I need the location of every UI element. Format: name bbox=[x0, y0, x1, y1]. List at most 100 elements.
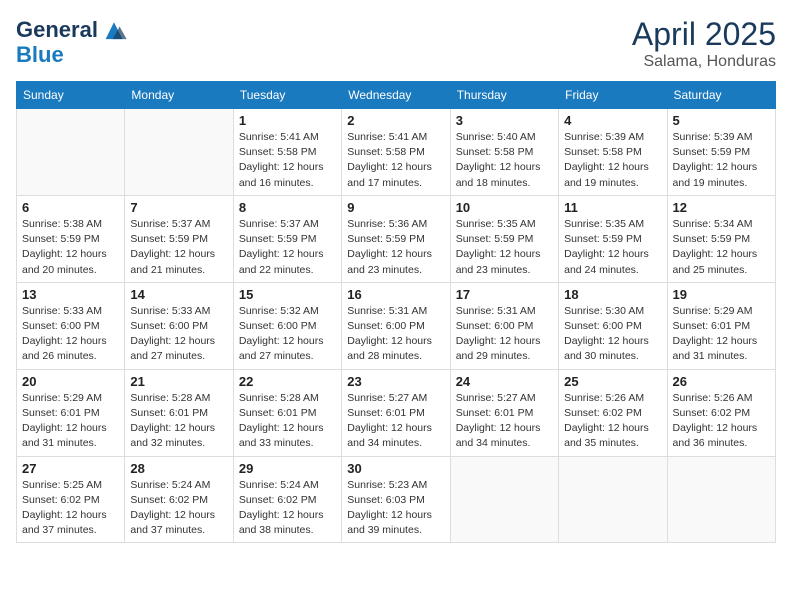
day-info: Sunrise: 5:28 AMSunset: 6:01 PMDaylight:… bbox=[239, 391, 336, 452]
day-info: Sunrise: 5:35 AMSunset: 5:59 PMDaylight:… bbox=[564, 217, 661, 278]
calendar-cell: 23 Sunrise: 5:27 AMSunset: 6:01 PMDayligh… bbox=[342, 369, 450, 456]
day-info: Sunrise: 5:24 AMSunset: 6:02 PMDaylight:… bbox=[239, 478, 336, 539]
calendar-cell: 5Sunrise: 5:39 AMSunset: 5:59 PMDaylight… bbox=[667, 109, 775, 196]
day-info: Sunrise: 5:31 AMSunset: 6:00 PMDaylight:… bbox=[456, 304, 553, 365]
day-info: Sunrise: 5:25 AMSunset: 6:02 PMDaylight:… bbox=[22, 478, 119, 539]
day-number: 16 bbox=[347, 287, 444, 302]
day-info: Sunrise: 5:33 AMSunset: 6:00 PMDaylight:… bbox=[130, 304, 227, 365]
calendar-cell: 27 Sunrise: 5:25 AMSunset: 6:02 PMDayligh… bbox=[17, 456, 125, 543]
weekday-header-friday: Friday bbox=[559, 82, 667, 109]
day-info: Sunrise: 5:23 AMSunset: 6:03 PMDaylight:… bbox=[347, 478, 444, 539]
day-number: 28 bbox=[130, 461, 227, 476]
calendar-cell: 26Sunrise: 5:26 AMSunset: 6:02 PMDayligh… bbox=[667, 369, 775, 456]
day-number: 30 bbox=[347, 461, 444, 476]
calendar-cell: 2 Sunrise: 5:41 AMSunset: 5:58 PMDaylight… bbox=[342, 109, 450, 196]
calendar-week-2: 6 Sunrise: 5:38 AMSunset: 5:59 PMDaylight… bbox=[17, 195, 776, 282]
day-number: 18 bbox=[564, 287, 661, 302]
weekday-header-tuesday: Tuesday bbox=[233, 82, 341, 109]
day-number: 12 bbox=[673, 200, 770, 215]
calendar-cell bbox=[125, 109, 233, 196]
calendar-cell bbox=[17, 109, 125, 196]
calendar-cell: 10 Sunrise: 5:35 AMSunset: 5:59 PMDayligh… bbox=[450, 195, 558, 282]
day-number: 17 bbox=[456, 287, 553, 302]
day-info: Sunrise: 5:36 AMSunset: 5:59 PMDaylight:… bbox=[347, 217, 444, 278]
calendar-cell: 4 Sunrise: 5:39 AMSunset: 5:58 PMDaylight… bbox=[559, 109, 667, 196]
calendar-cell: 13 Sunrise: 5:33 AMSunset: 6:00 PMDayligh… bbox=[17, 282, 125, 369]
day-info: Sunrise: 5:38 AMSunset: 5:59 PMDaylight:… bbox=[22, 217, 119, 278]
day-info: Sunrise: 5:37 AMSunset: 5:59 PMDaylight:… bbox=[130, 217, 227, 278]
calendar-cell: 21Sunrise: 5:28 AMSunset: 6:01 PMDayligh… bbox=[125, 369, 233, 456]
calendar-cell: 11 Sunrise: 5:35 AMSunset: 5:59 PMDayligh… bbox=[559, 195, 667, 282]
page-header: General Blue April 2025 Salama, Honduras bbox=[16, 16, 776, 71]
calendar-cell bbox=[450, 456, 558, 543]
weekday-header-saturday: Saturday bbox=[667, 82, 775, 109]
day-info: Sunrise: 5:39 AMSunset: 5:59 PMDaylight:… bbox=[673, 130, 770, 191]
calendar-week-4: 20Sunrise: 5:29 AMSunset: 6:01 PMDayligh… bbox=[17, 369, 776, 456]
calendar-cell: 14 Sunrise: 5:33 AMSunset: 6:00 PMDayligh… bbox=[125, 282, 233, 369]
calendar-cell: 30 Sunrise: 5:23 AMSunset: 6:03 PMDayligh… bbox=[342, 456, 450, 543]
title-block: April 2025 Salama, Honduras bbox=[632, 16, 776, 71]
day-number: 7 bbox=[130, 200, 227, 215]
calendar-cell: 12 Sunrise: 5:34 AMSunset: 5:59 PMDayligh… bbox=[667, 195, 775, 282]
day-info: Sunrise: 5:40 AMSunset: 5:58 PMDaylight:… bbox=[456, 130, 553, 191]
day-info: Sunrise: 5:37 AMSunset: 5:59 PMDaylight:… bbox=[239, 217, 336, 278]
calendar-cell: 7 Sunrise: 5:37 AMSunset: 5:59 PMDaylight… bbox=[125, 195, 233, 282]
month-title: April 2025 bbox=[632, 16, 776, 53]
calendar-cell: 15Sunrise: 5:32 AMSunset: 6:00 PMDayligh… bbox=[233, 282, 341, 369]
day-number: 23 bbox=[347, 374, 444, 389]
day-number: 9 bbox=[347, 200, 444, 215]
calendar-cell: 20Sunrise: 5:29 AMSunset: 6:01 PMDayligh… bbox=[17, 369, 125, 456]
weekday-header-thursday: Thursday bbox=[450, 82, 558, 109]
day-info: Sunrise: 5:41 AMSunset: 5:58 PMDaylight:… bbox=[239, 130, 336, 191]
calendar-cell: 18 Sunrise: 5:30 AMSunset: 6:00 PMDayligh… bbox=[559, 282, 667, 369]
day-number: 6 bbox=[22, 200, 119, 215]
calendar-cell: 22 Sunrise: 5:28 AMSunset: 6:01 PMDayligh… bbox=[233, 369, 341, 456]
day-number: 4 bbox=[564, 113, 661, 128]
calendar-cell bbox=[667, 456, 775, 543]
calendar-cell: 29 Sunrise: 5:24 AMSunset: 6:02 PMDayligh… bbox=[233, 456, 341, 543]
day-info: Sunrise: 5:39 AMSunset: 5:58 PMDaylight:… bbox=[564, 130, 661, 191]
logo: General Blue bbox=[16, 16, 128, 66]
calendar-cell: 25 Sunrise: 5:26 AMSunset: 6:02 PMDayligh… bbox=[559, 369, 667, 456]
weekday-header-monday: Monday bbox=[125, 82, 233, 109]
day-info: Sunrise: 5:33 AMSunset: 6:00 PMDaylight:… bbox=[22, 304, 119, 365]
day-number: 26 bbox=[673, 374, 770, 389]
calendar-cell: 8Sunrise: 5:37 AMSunset: 5:59 PMDaylight… bbox=[233, 195, 341, 282]
logo-icon bbox=[100, 16, 128, 44]
day-info: Sunrise: 5:29 AMSunset: 6:01 PMDaylight:… bbox=[673, 304, 770, 365]
calendar-table: SundayMondayTuesdayWednesdayThursdayFrid… bbox=[16, 81, 776, 543]
calendar-cell: 17 Sunrise: 5:31 AMSunset: 6:00 PMDayligh… bbox=[450, 282, 558, 369]
day-number: 29 bbox=[239, 461, 336, 476]
day-number: 3 bbox=[456, 113, 553, 128]
calendar-cell: 9 Sunrise: 5:36 AMSunset: 5:59 PMDaylight… bbox=[342, 195, 450, 282]
day-number: 1 bbox=[239, 113, 336, 128]
weekday-header-sunday: Sunday bbox=[17, 82, 125, 109]
day-number: 25 bbox=[564, 374, 661, 389]
day-info: Sunrise: 5:28 AMSunset: 6:01 PMDaylight:… bbox=[130, 391, 227, 452]
calendar-cell: 24Sunrise: 5:27 AMSunset: 6:01 PMDayligh… bbox=[450, 369, 558, 456]
day-info: Sunrise: 5:41 AMSunset: 5:58 PMDaylight:… bbox=[347, 130, 444, 191]
calendar-week-3: 13 Sunrise: 5:33 AMSunset: 6:00 PMDayligh… bbox=[17, 282, 776, 369]
day-number: 10 bbox=[456, 200, 553, 215]
day-number: 11 bbox=[564, 200, 661, 215]
calendar-cell: 19 Sunrise: 5:29 AMSunset: 6:01 PMDayligh… bbox=[667, 282, 775, 369]
day-number: 14 bbox=[130, 287, 227, 302]
weekday-header-wednesday: Wednesday bbox=[342, 82, 450, 109]
day-number: 19 bbox=[673, 287, 770, 302]
calendar-week-1: 1 Sunrise: 5:41 AMSunset: 5:58 PMDaylight… bbox=[17, 109, 776, 196]
day-info: Sunrise: 5:26 AMSunset: 6:02 PMDaylight:… bbox=[564, 391, 661, 452]
day-number: 2 bbox=[347, 113, 444, 128]
logo-text: General bbox=[16, 19, 98, 41]
day-number: 24 bbox=[456, 374, 553, 389]
day-info: Sunrise: 5:35 AMSunset: 5:59 PMDaylight:… bbox=[456, 217, 553, 278]
day-info: Sunrise: 5:34 AMSunset: 5:59 PMDaylight:… bbox=[673, 217, 770, 278]
day-info: Sunrise: 5:32 AMSunset: 6:00 PMDaylight:… bbox=[239, 304, 336, 365]
day-number: 13 bbox=[22, 287, 119, 302]
day-number: 22 bbox=[239, 374, 336, 389]
day-info: Sunrise: 5:27 AMSunset: 6:01 PMDaylight:… bbox=[347, 391, 444, 452]
day-number: 27 bbox=[22, 461, 119, 476]
calendar-cell: 3 Sunrise: 5:40 AMSunset: 5:58 PMDaylight… bbox=[450, 109, 558, 196]
day-info: Sunrise: 5:30 AMSunset: 6:00 PMDaylight:… bbox=[564, 304, 661, 365]
weekday-header-row: SundayMondayTuesdayWednesdayThursdayFrid… bbox=[17, 82, 776, 109]
day-info: Sunrise: 5:29 AMSunset: 6:01 PMDaylight:… bbox=[22, 391, 119, 452]
